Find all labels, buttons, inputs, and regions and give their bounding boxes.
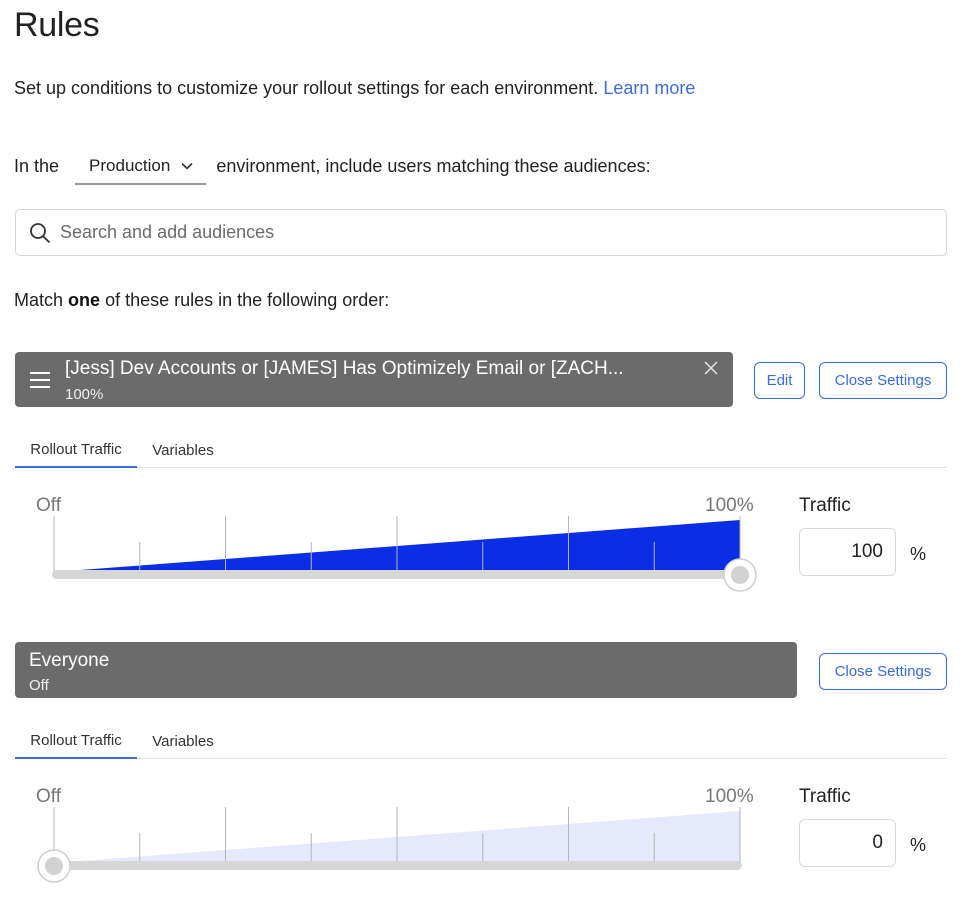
edit-button[interactable]: Edit (754, 362, 805, 399)
match-bold: one (68, 290, 101, 310)
slider-max-label: 100% (705, 786, 754, 807)
rule-tabs: Rollout Traffic Variables (15, 432, 947, 468)
traffic-input[interactable] (799, 819, 896, 867)
traffic-slider[interactable] (36, 516, 766, 596)
slider-rail (52, 570, 742, 579)
slider-max-label: 100% (705, 495, 754, 516)
slider-min-label: Off (36, 786, 61, 807)
chevron-down-icon (181, 162, 193, 170)
search-icon (30, 222, 50, 243)
slider-thumb-inner (731, 566, 749, 584)
slider-rail (52, 861, 742, 870)
slider-thumb-inner (45, 857, 63, 875)
learn-more-link[interactable]: Learn more (603, 78, 695, 98)
traffic-unit: % (910, 544, 927, 564)
traffic-slider[interactable] (36, 807, 766, 887)
slider-graphic (52, 516, 757, 592)
tab-variables[interactable]: Variables (137, 723, 229, 759)
traffic-label: Traffic (799, 786, 851, 807)
traffic-label: Traffic (799, 495, 851, 516)
environment-selected-value: Production (89, 156, 171, 175)
rule-status: 100% (65, 386, 104, 403)
rule-bar[interactable]: [Jess] Dev Accounts or [JAMES] Has Optim… (15, 352, 733, 407)
audience-search (15, 209, 947, 256)
match-suffix: of these rules in the following order: (105, 290, 390, 310)
match-instructions: Match one of these rules in the followin… (14, 290, 389, 311)
drag-handle-icon[interactable] (30, 372, 50, 388)
environment-prefix: In the (14, 156, 60, 176)
slider-graphic (37, 807, 742, 883)
intro-text: Set up conditions to customize your roll… (14, 78, 695, 99)
traffic-input[interactable] (799, 528, 896, 576)
environment-select[interactable]: Production (75, 156, 207, 185)
rule-bar[interactable]: Everyone Off (15, 642, 797, 698)
close-settings-button[interactable]: Close Settings (819, 653, 947, 690)
environment-line: In the Production environment, include u… (14, 152, 651, 185)
rule-tabs: Rollout Traffic Variables (15, 723, 947, 759)
tab-variables[interactable]: Variables (137, 432, 229, 468)
rule-name: [Jess] Dev Accounts or [JAMES] Has Optim… (65, 358, 624, 379)
environment-suffix: environment, include users matching thes… (216, 156, 651, 176)
rule-name: Everyone (29, 650, 110, 671)
close-settings-button[interactable]: Close Settings (819, 362, 947, 399)
match-prefix: Match (14, 290, 64, 310)
tab-rollout-traffic[interactable]: Rollout Traffic (15, 723, 137, 759)
slider-min-label: Off (36, 495, 61, 516)
intro-description: Set up conditions to customize your roll… (14, 78, 599, 98)
rule-status: Off (29, 677, 49, 694)
tab-rollout-traffic[interactable]: Rollout Traffic (15, 432, 137, 468)
search-input[interactable] (60, 222, 920, 243)
page-title: Rules (14, 6, 100, 44)
close-icon[interactable] (703, 360, 719, 376)
traffic-unit: % (910, 835, 927, 855)
